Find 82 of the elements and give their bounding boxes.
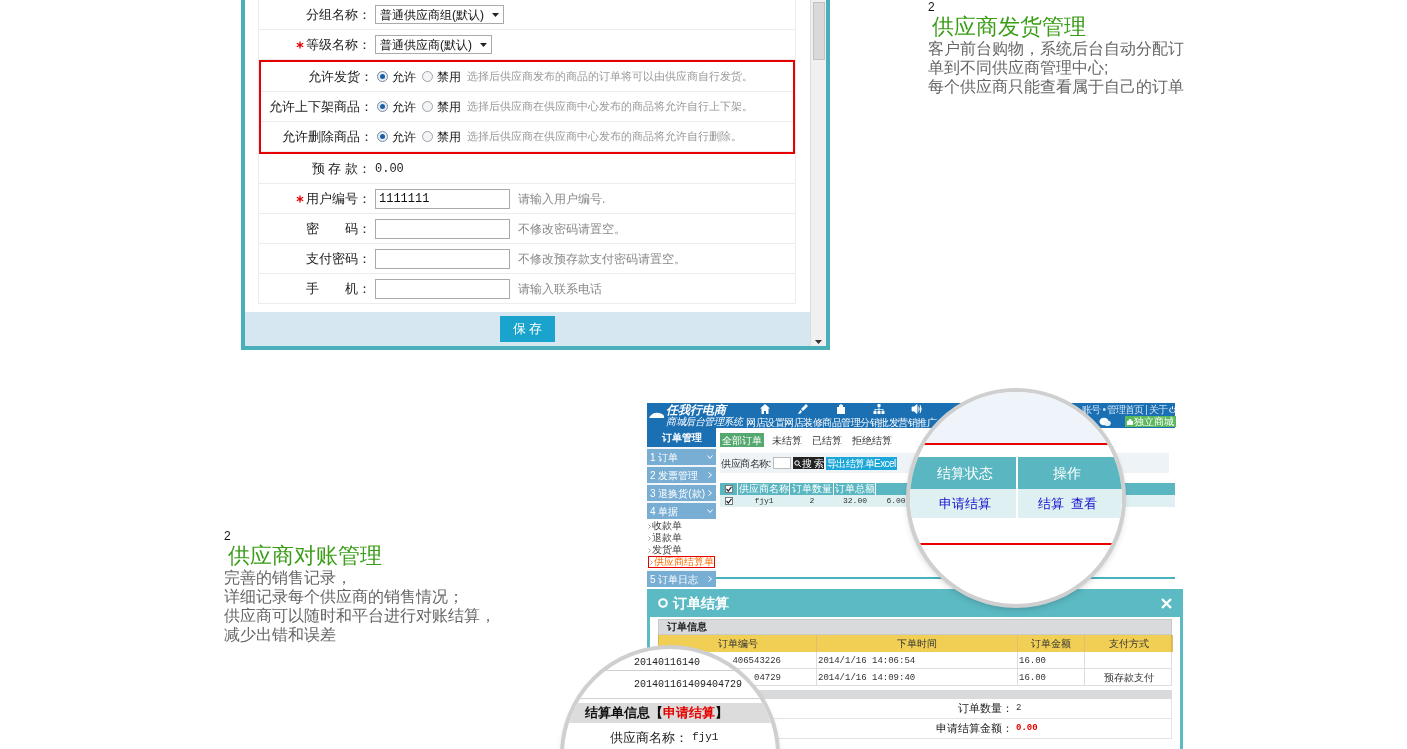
radio-option[interactable]: 禁用: [422, 127, 461, 146]
table-cell-text: fjy1: [753, 495, 775, 507]
section-header: 订单信息: [658, 619, 1172, 635]
field-label: 用户编号：: [306, 189, 371, 208]
search-button[interactable]: 搜 索: [792, 457, 825, 469]
description-line: 每个供应商只能查看属于自己的订单: [928, 77, 1184, 96]
table-cell: 2014/1/16 14:09:40: [817, 669, 1018, 685]
radio-option[interactable]: 禁用: [422, 97, 461, 116]
field-label: 允许删除商品：: [282, 127, 373, 146]
tab[interactable]: 未结算: [770, 433, 804, 447]
field-label: 分组名称：: [306, 5, 371, 24]
hint-text: 请输入联系电话: [518, 280, 602, 298]
description-line: 客户前台购物，系统后台自动分配订: [928, 39, 1184, 58]
bracket-text: 】: [715, 704, 728, 723]
section-number: 2: [928, 0, 936, 14]
search-label: 供应商名称:: [721, 456, 771, 471]
radio-option[interactable]: 禁用: [422, 67, 461, 86]
table-cell-text: 6.00: [885, 495, 907, 507]
field-label: 允许发货：: [308, 67, 373, 86]
nav-item[interactable]: 分销批发: [860, 403, 898, 428]
field-value: fjy1: [692, 730, 719, 746]
section-title: 供应商发货管理: [931, 14, 1087, 39]
submenu-item[interactable]: 退款单: [647, 532, 716, 544]
nav-item[interactable]: 网店装修: [784, 403, 822, 428]
section-number: 2: [224, 529, 232, 543]
action-link[interactable]: 结算: [1037, 493, 1064, 514]
description-line: 详细记录每个供应商的销售情况；: [224, 587, 465, 606]
table-cell: 2014/1/16 14:06:54: [817, 652, 1018, 668]
hint-text: 不修改密码请置空。: [518, 220, 626, 238]
hint-text: 不修改预存款支付密码请置空。: [518, 250, 686, 268]
description-line: 单到不同供应商管理中心;: [928, 58, 1110, 77]
hint-text: 选择后供应商发布的商品的订单将可以由供应商自行发货。: [467, 69, 753, 85]
status-link[interactable]: 申请结算: [938, 493, 991, 514]
field-label: 支付密码：: [306, 249, 371, 268]
select-field[interactable]: 普通供应商(默认): [375, 35, 492, 54]
table-cell: 16.00: [1018, 669, 1085, 685]
field-label: 供应商名称：: [610, 728, 688, 747]
radio-option[interactable]: 允许: [377, 67, 416, 86]
hint-text: 选择后供应商在供应商中心发布的商品将允许自行上下架。: [467, 99, 753, 115]
radio-option[interactable]: 允许: [377, 127, 416, 146]
field-label: 预 存 款：: [311, 159, 371, 178]
submenu-item[interactable]: 发货单: [647, 544, 716, 556]
section-title: 结算单信息【: [585, 704, 663, 723]
description-line: 供应商可以随时和平台进行对账结算，: [224, 606, 496, 625]
summary-value: 2: [1015, 701, 1022, 715]
summary-label: 申请结算金额：: [936, 721, 1013, 737]
field-label: 等级名称：: [306, 35, 371, 54]
summary-label: 订单数量：: [958, 701, 1013, 717]
column-header: 订单金额: [1018, 635, 1085, 652]
input-field[interactable]: 1111111: [375, 188, 510, 209]
column-header: 操作: [1052, 463, 1082, 483]
field-label: 密 码：: [306, 219, 371, 238]
logo-subtitle: 商城后台管理系统: [666, 415, 742, 428]
section-title: 供应商对账管理: [227, 543, 383, 568]
field-label: 手 机：: [306, 279, 371, 298]
nav-item[interactable]: 商品管理: [822, 403, 860, 428]
hint-text: 请输入用户编号.: [518, 190, 606, 208]
column-header: 下单时间: [817, 635, 1018, 652]
column-header: 支付方式: [1085, 635, 1173, 652]
table-cell-text: 32.00: [842, 495, 868, 507]
logo-text: 任我行电商: [666, 403, 728, 416]
field-value: 0.00: [375, 160, 404, 178]
submenu-item[interactable]: 收款单: [647, 520, 716, 532]
nav-item[interactable]: 营销推广: [898, 403, 936, 428]
nav-item[interactable]: 网店设置: [746, 403, 784, 428]
status-text: 申请结算: [663, 704, 715, 723]
sidebar-title: 订单管理: [647, 428, 716, 447]
hint-text: 选择后供应商在供应商中心发布的商品将允许自行删除。: [467, 129, 742, 145]
tab[interactable]: 拒绝结算: [850, 433, 894, 447]
radio-option[interactable]: 允许: [377, 97, 416, 116]
tab[interactable]: 已结算: [810, 433, 844, 447]
table-cell-text: 预存款支付: [1103, 671, 1155, 685]
select-field[interactable]: 普通供应商组(默认): [375, 5, 504, 24]
summary-value: 0.00: [1015, 721, 1038, 735]
description-line: 完善的销售记录，: [224, 568, 353, 587]
table-cell-text: 2: [808, 495, 816, 507]
table-cell: 16.00: [1018, 652, 1085, 668]
top-links[interactable]: 账号 • 管理首页 | 关于: [1082, 404, 1167, 415]
description-line: 减少出错和误差: [224, 625, 337, 644]
field-label: 允许上下架商品：: [269, 97, 373, 116]
action-link[interactable]: 查看: [1070, 493, 1097, 514]
dialog-title: 订单结算: [673, 593, 729, 613]
